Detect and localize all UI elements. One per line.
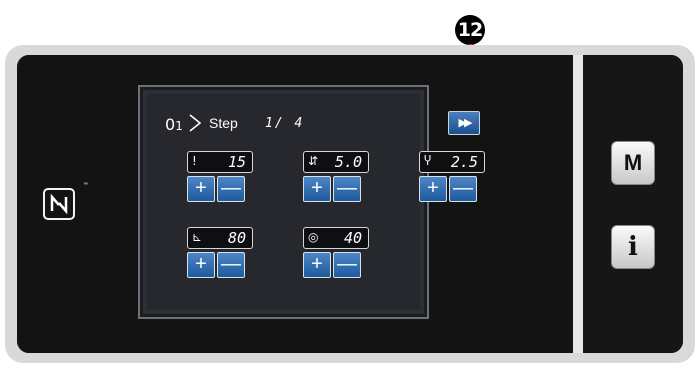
left-panel: ™ 01 Step 1/ 4 ▶▶ ! 15 ⇵ 5.0 Ⴤ 2.5 + — +… xyxy=(17,55,573,353)
lcd-screen: 01 Step 1/ 4 ▶▶ ! 15 ⇵ 5.0 Ⴤ 2.5 + — + —… xyxy=(138,85,485,319)
panel-body: ™ 01 Step 1/ 4 ▶▶ ! 15 ⇵ 5.0 Ⴤ 2.5 + — +… xyxy=(17,55,683,353)
param-field-presser-foot: ⊾ 80 xyxy=(187,227,253,249)
exclamation-icon: ! xyxy=(192,154,197,168)
plus-button[interactable]: + xyxy=(187,176,215,202)
nfc-icon xyxy=(43,188,75,220)
plus-button[interactable]: + xyxy=(303,252,331,278)
param-field-stitch-length: ⇵ 5.0 xyxy=(303,151,369,173)
minus-button[interactable]: — xyxy=(333,252,361,278)
next-step-button[interactable]: ▶▶ xyxy=(448,111,480,135)
param-field-thread-tension: Ⴤ 2.5 xyxy=(419,151,485,173)
plus-button[interactable]: + xyxy=(187,252,215,278)
param-value: 15 xyxy=(227,153,246,171)
mode-key[interactable]: M xyxy=(611,141,655,185)
minus-button[interactable]: — xyxy=(449,176,477,202)
stitch-length-icon: ⇵ xyxy=(308,154,319,168)
step-counter: 1/ 4 xyxy=(265,116,305,131)
step-icon: 01 xyxy=(165,113,202,134)
info-key[interactable]: i xyxy=(611,225,655,269)
param-value: 80 xyxy=(227,229,246,247)
minus-button[interactable]: — xyxy=(217,176,245,202)
plus-button[interactable]: + xyxy=(419,176,447,202)
sewing-control-panel: ™ 01 Step 1/ 4 ▶▶ ! 15 ⇵ 5.0 Ⴤ 2.5 + — +… xyxy=(5,45,695,363)
step-label: Step xyxy=(209,115,238,131)
param-field-speed: ◎ 40 xyxy=(303,227,369,249)
param-field-stitch-count: ! 15 xyxy=(187,151,253,173)
param-value: 5.0 xyxy=(334,153,362,171)
speed-icon: ◎ xyxy=(308,230,319,244)
thread-tension-icon: Ⴤ xyxy=(424,154,432,168)
minus-button[interactable]: — xyxy=(217,252,245,278)
plus-button[interactable]: + xyxy=(303,176,331,202)
trademark: ™ xyxy=(83,182,88,188)
callout-number: 12 xyxy=(455,15,485,45)
right-panel: M i xyxy=(583,55,683,353)
param-value: 40 xyxy=(343,229,362,247)
screen-content: 01 Step 1/ 4 ▶▶ ! 15 ⇵ 5.0 Ⴤ 2.5 + — + —… xyxy=(147,94,485,310)
minus-button[interactable]: — xyxy=(333,176,361,202)
panel-divider xyxy=(573,55,583,353)
param-value: 2.5 xyxy=(450,153,478,171)
presser-foot-icon: ⊾ xyxy=(192,230,203,244)
